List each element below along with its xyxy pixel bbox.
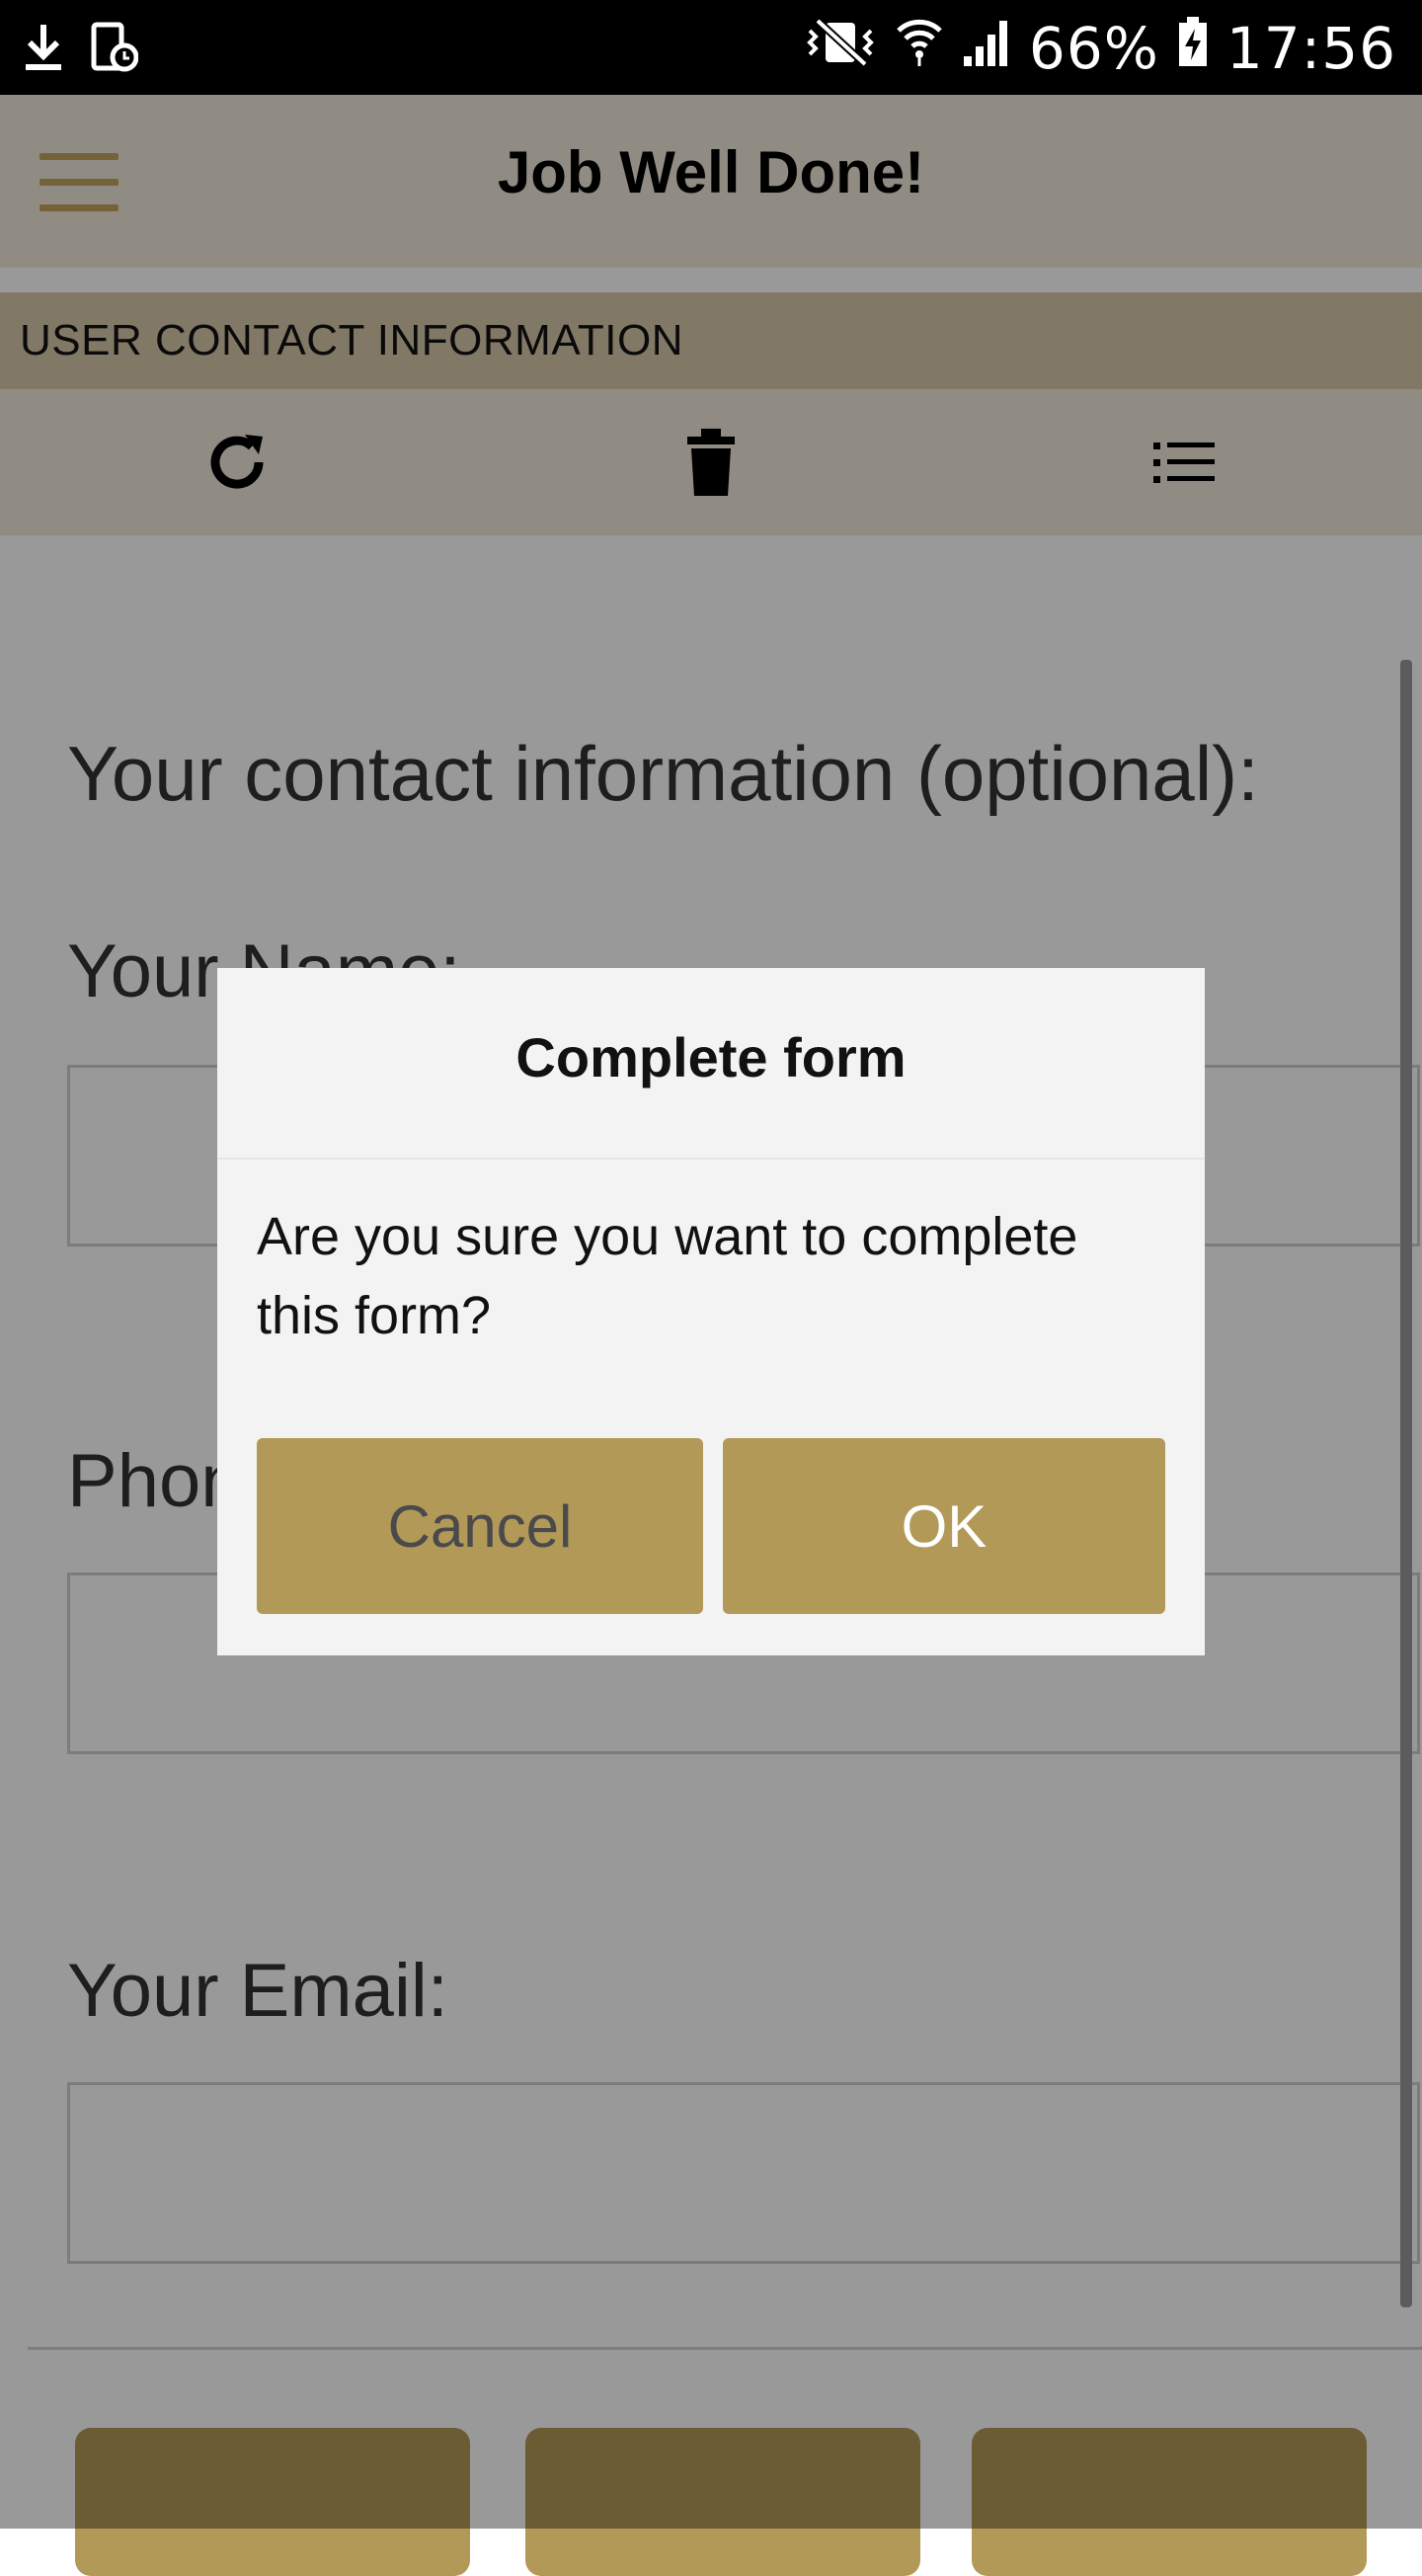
ok-button[interactable]: OK [723, 1438, 1165, 1614]
dialog-title: Complete form [515, 1026, 907, 1088]
dialog-separator [217, 1158, 1205, 1160]
battery-charging-icon [1177, 15, 1209, 82]
dialog-message: Are you sure you want to complete this f… [257, 1207, 1078, 1345]
cancel-button[interactable]: Cancel [257, 1438, 703, 1614]
vibrate-mute-icon [804, 16, 877, 82]
wifi-icon [895, 15, 944, 82]
download-icon [22, 23, 65, 77]
clock: 17:56 [1225, 15, 1396, 82]
status-bar-right: 66% 17:56 [804, 14, 1396, 83]
signal-icon [962, 16, 1011, 82]
drawer-edge[interactable] [0, 95, 115, 2529]
device-clock-icon [91, 22, 139, 78]
battery-percent: 66% [1028, 15, 1159, 82]
status-bar-left [22, 22, 139, 78]
